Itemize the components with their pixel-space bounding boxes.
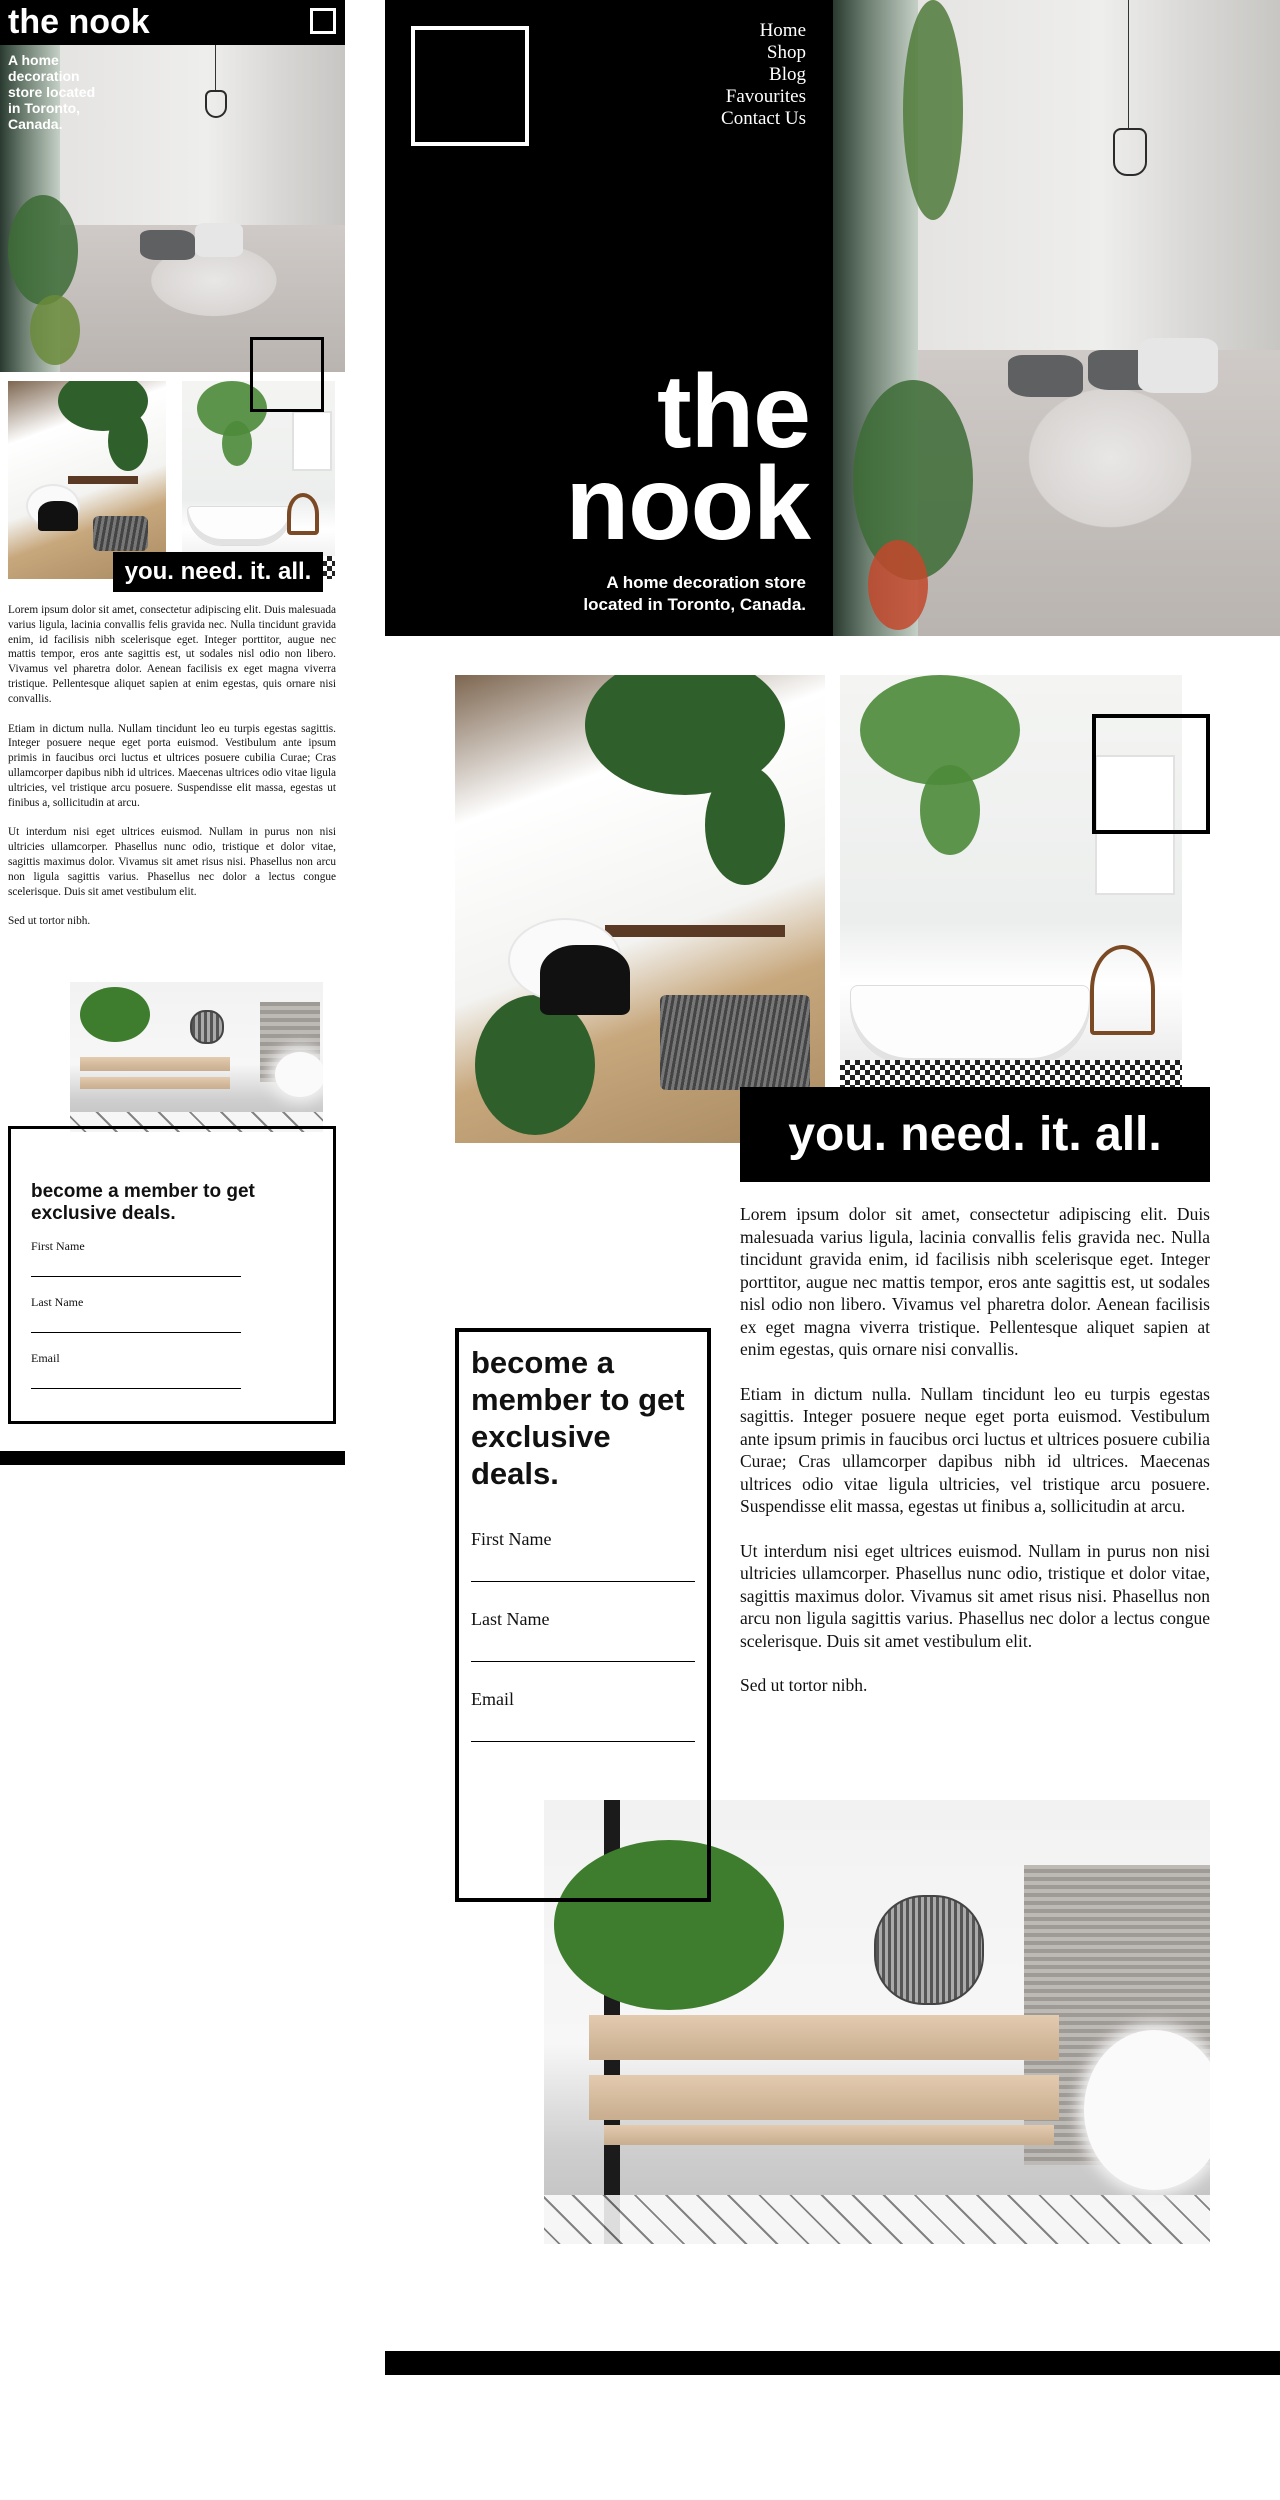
article-paragraph: Etiam in dictum nulla. Nullam tincidunt … <box>740 1383 1210 1517</box>
nav-link-blog[interactable]: Blog <box>640 64 806 86</box>
last-name-field[interactable] <box>471 1634 695 1662</box>
first-name-field[interactable] <box>31 1253 241 1277</box>
article-paragraph: Sed ut tortor nibh. <box>740 1675 868 1695</box>
hero-title-line: the <box>657 354 811 470</box>
desktop-membership-form: become a member to get exclusive deals. … <box>455 1328 711 1902</box>
mobile-paragraph: Ut interdum nisi eget ultrices euismod. … <box>8 826 336 898</box>
mobile-paragraph: Sed ut tortor nibh. <box>8 915 91 928</box>
desktop-study-photo <box>455 675 825 1143</box>
nav-link-home[interactable]: Home <box>640 20 806 42</box>
hero-title-line: nook <box>565 446 811 562</box>
mobile-footer-bar <box>0 1451 345 1465</box>
last-name-label: Last Name <box>471 1609 550 1629</box>
article-paragraph: Ut interdum nisi eget ultrices euismod. … <box>740 1540 1210 1651</box>
last-name-field[interactable] <box>31 1309 241 1333</box>
desktop-logo-square[interactable] <box>411 26 529 146</box>
desktop-footer-bar <box>385 2351 1280 2375</box>
mobile-pallet-table-photo <box>70 982 323 1132</box>
mobile-promo-banner: you. need. it. all. <box>113 552 323 592</box>
desktop-hero-title: the nook <box>520 354 811 562</box>
email-field[interactable] <box>471 1714 695 1742</box>
mobile-paragraph: Lorem ipsum dolor sit amet, consectetur … <box>8 604 336 705</box>
mobile-article-body: Lorem ipsum dolor sit amet, consectetur … <box>8 603 336 944</box>
mobile-site-title[interactable]: the nook <box>8 0 150 44</box>
nav-link-shop[interactable]: Shop <box>640 42 806 64</box>
hero-subtitle-line: A home decoration store <box>606 573 806 592</box>
desktop-accent-square <box>1092 714 1210 834</box>
desktop-promo-banner: you. need. it. all. <box>740 1087 1210 1182</box>
desktop-membership-title: become a member to get exclusive deals. <box>471 1345 685 1491</box>
main-nav: Home Shop Blog Favourites Contact Us <box>640 20 806 130</box>
mobile-membership-title: become a member to get exclusive deals. <box>31 1181 255 1224</box>
email-label: Email <box>471 1689 514 1709</box>
email-field[interactable] <box>31 1365 241 1389</box>
mobile-study-photo <box>8 381 166 579</box>
article-paragraph: Lorem ipsum dolor sit amet, consectetur … <box>740 1204 1210 1359</box>
mobile-menu-icon[interactable] <box>310 8 336 34</box>
last-name-label: Last Name <box>31 1295 84 1309</box>
mobile-paragraph: Etiam in dictum nulla. Nullam tincidunt … <box>8 722 336 809</box>
first-name-field[interactable] <box>471 1554 695 1582</box>
desktop-article-body: Lorem ipsum dolor sit amet, consectetur … <box>740 1203 1210 1719</box>
hero-subtitle-line: located in Toronto, Canada. <box>583 595 806 614</box>
email-label: Email <box>31 1351 60 1365</box>
nav-link-favourites[interactable]: Favourites <box>640 86 806 108</box>
desktop-hero-subtitle: A home decoration store located in Toron… <box>540 572 806 616</box>
mobile-membership-form: become a member to get exclusive deals. … <box>8 1126 336 1424</box>
nav-link-contact-us[interactable]: Contact Us <box>640 108 806 130</box>
mobile-hero-subtitle: A home decoration store located in Toron… <box>8 52 96 132</box>
first-name-label: First Name <box>31 1239 85 1253</box>
first-name-label: First Name <box>471 1529 552 1549</box>
mobile-accent-square <box>250 337 324 412</box>
desktop-hero-bedroom-photo <box>833 0 1280 636</box>
